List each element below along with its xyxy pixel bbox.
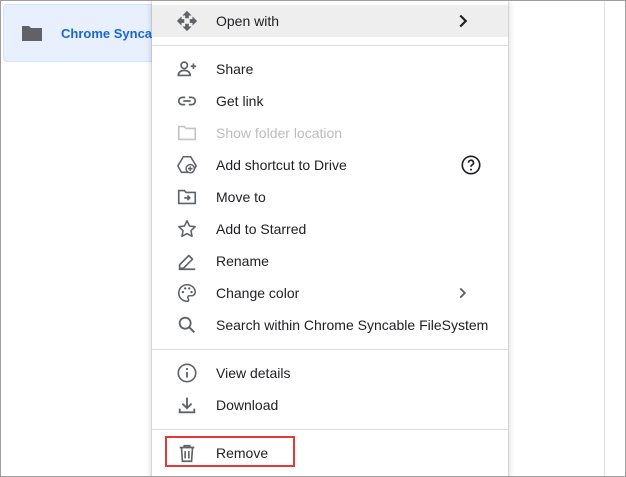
menu-item-open-with[interactable]: Open with: [152, 5, 508, 37]
menu-item-add-to-starred[interactable]: Add to Starred: [152, 213, 508, 245]
menu-item-label: Move to: [216, 189, 266, 205]
help-icon[interactable]: [460, 154, 482, 176]
chevron-right-icon: [452, 10, 474, 32]
folder-icon: [176, 122, 198, 144]
menu-item-view-details[interactable]: View details: [152, 357, 508, 389]
menu-item-label: View details: [216, 365, 291, 381]
add-shortcut-icon: [176, 154, 198, 176]
context-menu: Open with Share Get link Show folder loc…: [152, 0, 508, 477]
menu-item-get-link[interactable]: Get link: [152, 85, 508, 117]
menu-item-label: Rename: [216, 253, 269, 269]
menu-item-change-color[interactable]: Change color: [152, 277, 508, 309]
menu-item-move-to[interactable]: Move to: [152, 181, 508, 213]
panel-divider: [604, 0, 605, 477]
menu-item-show-folder-location: Show folder location: [152, 117, 508, 149]
move-to-folder-icon: [176, 186, 198, 208]
palette-icon: [176, 282, 198, 304]
menu-item-download[interactable]: Download: [152, 389, 508, 421]
folder-icon: [22, 26, 42, 41]
open-with-icon: [176, 10, 198, 32]
person-add-icon: [176, 58, 198, 80]
menu-item-label: Add shortcut to Drive: [216, 157, 347, 173]
link-icon: [176, 90, 198, 112]
menu-item-label: Download: [216, 397, 279, 413]
download-icon: [176, 394, 198, 416]
menu-item-label: Get link: [216, 93, 264, 109]
menu-item-label: Share: [216, 61, 254, 77]
chevron-right-icon: [452, 282, 474, 304]
remove-highlight-box: [165, 436, 295, 467]
menu-item-label: Change color: [216, 285, 300, 301]
menu-item-add-shortcut[interactable]: Add shortcut to Drive: [152, 149, 508, 181]
menu-item-rename[interactable]: Rename: [152, 245, 508, 277]
info-icon: [176, 362, 198, 384]
menu-divider: [152, 349, 508, 350]
menu-item-label: Open with: [216, 13, 280, 29]
menu-item-label: Add to Starred: [216, 221, 307, 237]
star-icon: [176, 218, 198, 240]
menu-divider: [152, 45, 508, 46]
pencil-icon: [176, 250, 198, 272]
menu-item-search-within[interactable]: Search within Chrome Syncable FileSystem: [152, 309, 508, 341]
menu-item-share[interactable]: Share: [152, 53, 508, 85]
menu-item-label: Search within Chrome Syncable FileSystem: [216, 317, 489, 333]
menu-divider: [152, 429, 508, 430]
menu-item-label: Show folder location: [216, 125, 343, 141]
search-icon: [176, 314, 198, 336]
